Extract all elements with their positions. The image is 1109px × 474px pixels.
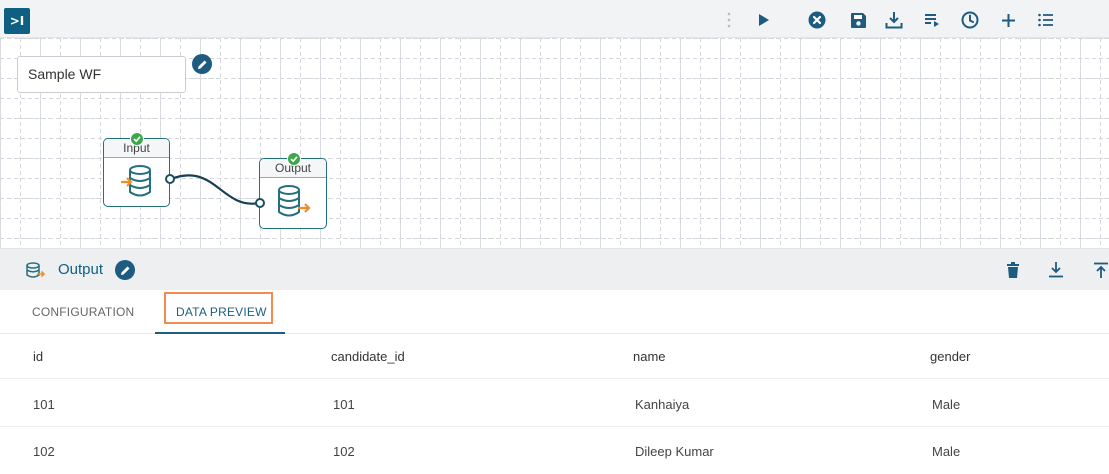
list-arrow-icon — [925, 14, 939, 27]
table-header-row: id candidate_id name gender — [0, 334, 1109, 379]
table-cell: Male — [932, 397, 961, 412]
stop-icon — [808, 11, 826, 29]
output-node[interactable]: Output — [259, 158, 327, 229]
sidebar-toggle-button[interactable]: >I — [4, 8, 30, 34]
menu-icon — [1038, 13, 1053, 27]
download-preview-button[interactable] — [1046, 260, 1066, 280]
workflow-toolbar: >I — [0, 0, 1109, 38]
edit-component-name-button[interactable] — [115, 260, 135, 280]
logs-button[interactable] — [919, 7, 945, 33]
pencil-icon — [120, 266, 129, 275]
database-output-icon — [26, 262, 45, 278]
component-title: Output — [58, 261, 104, 278]
table-cell: Kanhaiya — [635, 397, 690, 412]
stop-button[interactable] — [804, 7, 830, 33]
add-button[interactable] — [995, 7, 1021, 33]
tab-highlight-box — [164, 292, 273, 324]
table-cell: 102 — [33, 444, 55, 459]
output-port[interactable] — [165, 174, 175, 184]
delete-component-button[interactable] — [1003, 260, 1023, 280]
table-cell: Male — [932, 444, 961, 459]
success-check-icon — [130, 132, 144, 146]
database-input-icon — [120, 165, 151, 197]
table-cell: 101 — [333, 397, 355, 412]
component-panel-header: Output — [0, 248, 1109, 290]
column-header: candidate_id — [331, 349, 405, 364]
column-header: id — [33, 349, 44, 364]
column-header: name — [633, 349, 666, 364]
tab-configuration[interactable]: CONFIGURATION — [32, 290, 134, 334]
save-icon — [850, 12, 866, 28]
schedule-button[interactable] — [957, 7, 983, 33]
download-icon — [1049, 262, 1063, 278]
input-port[interactable] — [255, 198, 265, 208]
workflow-canvas[interactable]: Sample WF Input Output — [0, 38, 1109, 248]
download-icon — [885, 12, 903, 29]
save-button[interactable] — [845, 7, 871, 33]
upload-button[interactable] — [1091, 260, 1109, 280]
table-cell: Dileep Kumar — [635, 444, 714, 459]
input-node[interactable]: Input — [103, 138, 170, 207]
clock-icon — [961, 11, 979, 29]
play-icon — [759, 14, 769, 26]
database-output-icon — [278, 185, 311, 217]
table-row: 101 101 Kanhaiya Male — [0, 382, 1109, 427]
kebab-icon[interactable] — [727, 12, 731, 28]
run-button[interactable] — [751, 7, 777, 33]
table-cell: 101 — [33, 397, 55, 412]
upload-icon — [1094, 262, 1108, 278]
plus-icon — [1001, 13, 1015, 27]
column-header: gender — [930, 349, 971, 364]
success-check-icon — [287, 152, 301, 166]
trash-icon — [1007, 262, 1019, 278]
table-row: 102 102 Dileep Kumar Male — [0, 429, 1109, 474]
table-cell: 102 — [333, 444, 355, 459]
download-button[interactable] — [881, 7, 907, 33]
menu-button[interactable] — [1033, 7, 1059, 33]
